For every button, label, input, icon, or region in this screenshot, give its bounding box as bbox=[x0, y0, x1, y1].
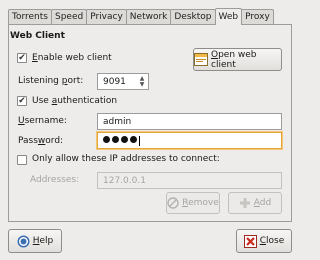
password-dot bbox=[103, 135, 110, 143]
close-icon bbox=[243, 234, 257, 248]
tab-desktop[interactable]: Desktop bbox=[170, 9, 216, 24]
addresses-label: Addresses: bbox=[30, 175, 80, 185]
browser-icon bbox=[194, 53, 208, 66]
tab-privacy[interactable]: Privacy bbox=[86, 9, 127, 24]
add-label: Add bbox=[253, 198, 272, 208]
section-title: Web Client bbox=[10, 31, 65, 41]
add-button[interactable]: Add bbox=[228, 192, 282, 214]
ip-whitelist-label: Only allow these IP addresses to connect… bbox=[32, 154, 220, 164]
close-label: Close bbox=[259, 236, 285, 246]
listening-port-label: Listening port: bbox=[18, 76, 84, 86]
password-mask bbox=[103, 135, 139, 146]
help-label: Help bbox=[32, 236, 54, 246]
tab-speed[interactable]: Speed bbox=[50, 9, 88, 24]
password-dot bbox=[112, 135, 119, 143]
spin-down-icon[interactable]: ▼ bbox=[140, 81, 145, 88]
close-button[interactable]: Close bbox=[236, 229, 292, 253]
notebook-tabs: Torrents Speed Privacy Network Desktop W… bbox=[8, 8, 274, 25]
username-field[interactable]: admin bbox=[97, 113, 282, 130]
open-web-client-label: Open web client bbox=[211, 49, 257, 70]
tab-torrents[interactable]: Torrents bbox=[8, 9, 52, 24]
password-label: Password: bbox=[18, 136, 64, 146]
enable-web-client-checkbox[interactable]: ✔ bbox=[17, 53, 27, 63]
remove-button[interactable]: Remove bbox=[166, 192, 220, 214]
tab-web[interactable]: Web bbox=[214, 8, 243, 25]
remove-label: Remove bbox=[182, 198, 219, 208]
open-web-client-button[interactable]: Open web client bbox=[193, 48, 282, 71]
help-icon bbox=[17, 235, 30, 248]
help-button[interactable]: Help bbox=[8, 229, 62, 253]
remove-icon bbox=[167, 197, 179, 209]
use-authentication-checkbox[interactable]: ✔ bbox=[17, 96, 27, 106]
tab-proxy[interactable]: Proxy bbox=[241, 9, 274, 24]
enable-web-client-label: Enable web client bbox=[32, 53, 112, 63]
password-field[interactable] bbox=[97, 132, 282, 149]
plus-icon bbox=[239, 197, 251, 209]
password-dot bbox=[130, 135, 137, 143]
password-dot bbox=[121, 135, 128, 143]
addresses-field[interactable]: 127.0.0.1 bbox=[97, 172, 282, 189]
text-caret bbox=[139, 135, 140, 146]
use-authentication-label: Use authentication bbox=[32, 96, 118, 106]
username-label: Username: bbox=[18, 116, 67, 126]
tab-network[interactable]: Network bbox=[125, 9, 172, 24]
ip-whitelist-checkbox[interactable] bbox=[17, 155, 27, 165]
spinner-arrows[interactable]: ▲ ▼ bbox=[135, 73, 149, 90]
